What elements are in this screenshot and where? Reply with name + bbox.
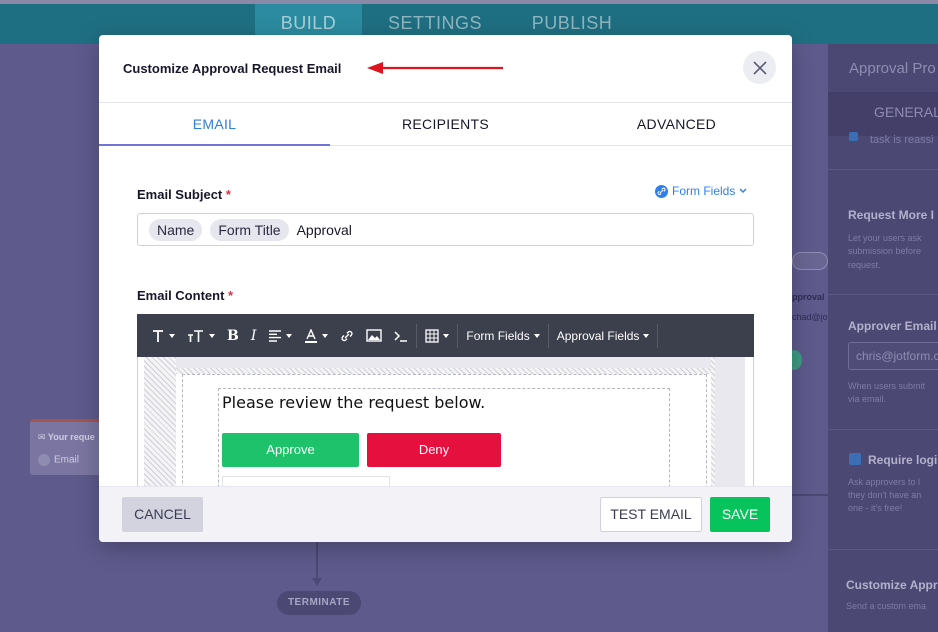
modal-title: Customize Approval Request Email — [123, 61, 342, 76]
top-strip — [0, 0, 938, 4]
approve-button[interactable]: Approve — [222, 433, 359, 467]
font-icon — [153, 329, 163, 342]
approver-email-input[interactable]: chris@jotform.c — [848, 342, 938, 370]
email-content-label: Email Content * — [137, 288, 234, 303]
align-button[interactable] — [262, 314, 298, 357]
node-label-email: chad@jo — [792, 312, 828, 322]
connector-arrow — [312, 578, 322, 586]
panel-tab-general[interactable]: GENERAL — [874, 104, 938, 120]
modal-tabs: EMAIL RECIPIENTS ADVANCED — [99, 103, 792, 146]
form-fields-link-label: Form Fields — [672, 184, 736, 198]
red-arrow-annotation — [367, 62, 503, 74]
request-more-title: Request More I — [848, 208, 935, 222]
save-button[interactable]: SAVE — [710, 497, 770, 532]
required-marker: * — [225, 187, 231, 202]
editor-margin — [144, 357, 176, 486]
field-tag-name[interactable]: Name — [149, 218, 203, 241]
subject-text: Approval — [296, 221, 352, 238]
text-color-button[interactable] — [298, 314, 334, 357]
toolbar-divider — [457, 323, 459, 348]
customize-desc: Send a custom ema — [846, 601, 927, 611]
close-icon — [752, 60, 767, 75]
tab-email[interactable]: EMAIL — [99, 103, 330, 146]
insert-image-button[interactable] — [360, 314, 388, 357]
panel-title: Approval Pro — [849, 60, 936, 77]
workflow-node[interactable] — [792, 252, 828, 270]
form-fields-link[interactable]: Form Fields — [655, 184, 747, 198]
form-fields-dropdown[interactable]: Form Fields — [460, 314, 545, 357]
tab-advanced[interactable]: ADVANCED — [561, 103, 792, 146]
approver-email-desc: via email. — [848, 394, 887, 404]
source-code-button[interactable] — [388, 314, 414, 357]
insert-link-button[interactable] — [334, 314, 360, 357]
email-subject-input[interactable]: Name Form Title Approval — [137, 213, 754, 246]
test-email-button[interactable]: TEST EMAIL — [600, 497, 702, 532]
connector-line-right-2 — [792, 494, 828, 496]
approver-email-desc: When users submit — [848, 381, 926, 391]
customize-email-modal: Customize Approval Request Email EMAIL R… — [99, 35, 792, 542]
close-button[interactable] — [743, 51, 776, 84]
tab-recipients[interactable]: RECIPIENTS — [330, 103, 561, 146]
editor-margin — [715, 357, 745, 486]
terminate-node[interactable]: TERMINATE — [277, 591, 361, 615]
approver-email-title: Approver Email — [848, 319, 937, 333]
workflow-card-form[interactable]: ✉ Your reque Email — [30, 419, 102, 475]
email-subject-label: Email Subject * — [137, 187, 231, 202]
image-icon — [366, 329, 383, 342]
field-tag-form-title[interactable]: Form Title — [210, 218, 289, 241]
text-color-icon — [305, 328, 318, 343]
bold-button[interactable]: B — [221, 314, 245, 357]
require-login-desc: one - it's free! — [848, 503, 903, 513]
cancel-button[interactable]: CANCEL — [122, 497, 203, 532]
required-marker: * — [228, 288, 234, 303]
email-body-text: Please review the request below. — [222, 393, 486, 412]
modal-body: Email Subject * Form Fields Name Form Ti… — [99, 146, 792, 486]
align-left-icon — [269, 329, 282, 342]
request-more-desc: submission before — [848, 246, 922, 256]
email-icon — [38, 454, 50, 466]
editor-toolbar: B I Form Fields Approval Fields — [137, 314, 754, 357]
email-details-block — [222, 476, 390, 486]
toolbar-divider — [416, 323, 418, 348]
toolbar-divider — [657, 323, 659, 348]
modal-header: Customize Approval Request Email — [99, 35, 792, 103]
font-family-button[interactable] — [145, 314, 181, 357]
italic-button[interactable]: I — [245, 314, 263, 357]
require-login-desc: Ask approvers to l — [848, 477, 921, 487]
table-icon — [425, 328, 440, 343]
modal-footer: CANCEL TEST EMAIL SAVE — [99, 486, 792, 542]
card-title: ✉ Your reque — [38, 432, 95, 442]
font-size-button[interactable] — [181, 314, 221, 357]
require-login-title: Require logi — [868, 453, 938, 467]
checkbox-icon — [849, 132, 858, 141]
require-login-checkbox[interactable] — [849, 453, 861, 465]
link-icon — [341, 330, 353, 341]
editor-margin — [176, 357, 711, 368]
panel-snippet: task is reassi — [870, 134, 934, 146]
toolbar-divider — [547, 323, 549, 348]
panel-divider — [828, 549, 938, 550]
approval-fields-dropdown[interactable]: Approval Fields — [551, 314, 656, 357]
code-icon — [394, 330, 408, 342]
chevron-down-icon — [739, 188, 747, 193]
insert-table-button[interactable] — [419, 314, 455, 357]
node-label-approval: pproval — [792, 292, 825, 302]
italic-icon: I — [250, 327, 257, 344]
link-icon — [655, 184, 668, 198]
panel-tab-bar: GENERAL — [828, 92, 938, 136]
panel-divider — [828, 294, 938, 295]
customize-title: Customize Appr — [846, 578, 938, 592]
card-subtitle: Email — [38, 454, 79, 466]
email-content-editor[interactable]: Please review the request below. Approve… — [137, 357, 754, 486]
panel-divider — [828, 429, 938, 430]
request-more-desc: request. — [848, 260, 881, 270]
connector-line — [316, 542, 318, 580]
bold-icon: B — [227, 327, 239, 344]
request-more-desc: Let your users ask — [848, 233, 922, 243]
require-login-desc: they don't have an — [848, 490, 922, 500]
panel-divider — [828, 169, 938, 170]
font-size-icon — [188, 329, 203, 342]
approval-properties-panel: Approval Pro GENERAL task is reassi Requ… — [828, 44, 938, 632]
deny-button[interactable]: Deny — [367, 433, 501, 467]
